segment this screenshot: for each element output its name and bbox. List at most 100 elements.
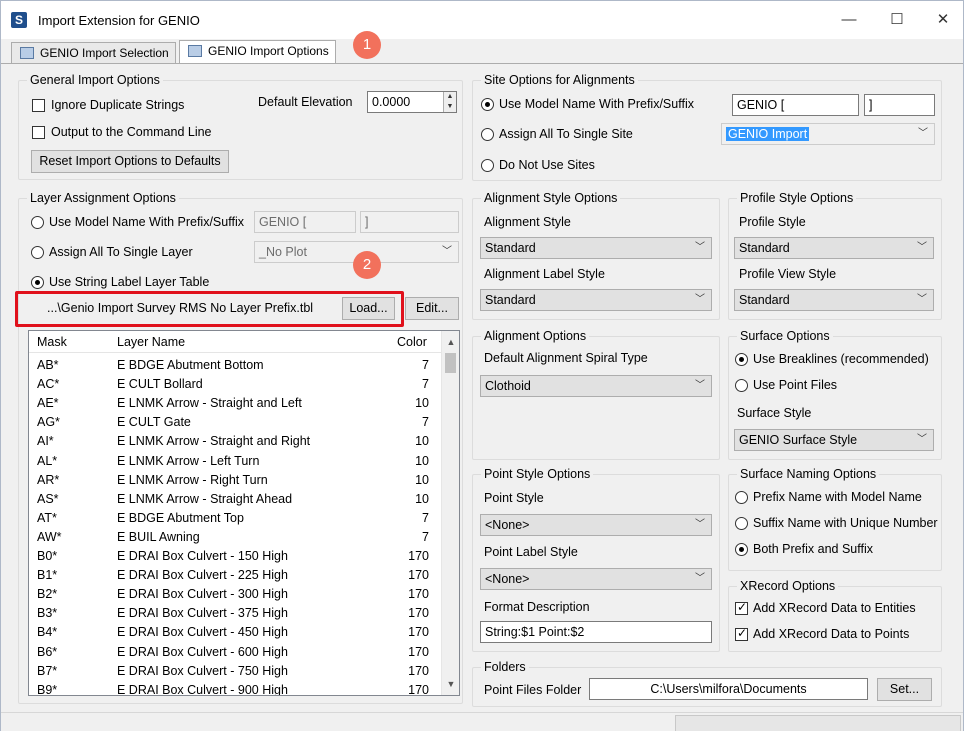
cell-mask: B6* — [37, 644, 58, 659]
reset-defaults-button[interactable]: Reset Import Options to Defaults — [31, 150, 229, 173]
ignore-duplicate-strings-checkbox[interactable] — [32, 99, 45, 112]
site-none-radio[interactable] — [481, 159, 494, 172]
table-row[interactable]: B7* E DRAI Box Culvert - 750 High 170 — [29, 662, 441, 681]
minimize-button[interactable]: — — [827, 7, 871, 33]
cell-color: 7 — [422, 415, 429, 430]
group-title: Point Style Options — [481, 467, 594, 481]
scroll-up-icon[interactable]: ▲ — [442, 333, 459, 351]
profile-view-style-dropdown[interactable]: Standard ﹀ — [734, 289, 934, 311]
xrecord-options-group: XRecord Options — [728, 579, 942, 652]
suffix-unique-number-label: Suffix Name with Unique Number — [753, 516, 938, 530]
column-header-mask[interactable]: Mask — [37, 335, 67, 349]
tab-label: GENIO Import Options — [208, 44, 329, 58]
table-row[interactable]: AS* E LNMK Arrow - Straight Ahead 10 — [29, 490, 441, 509]
xrecord-entities-checkbox[interactable] — [735, 600, 748, 615]
alignment-label-style-dropdown[interactable]: Standard ﹀ — [480, 289, 712, 311]
format-description-input[interactable]: String:$1 Point:$2 — [480, 621, 712, 643]
maximize-button[interactable]: ☐ — [875, 7, 919, 33]
edit-button[interactable]: Edit... — [405, 297, 459, 320]
table-row[interactable]: B6* E DRAI Box Culvert - 600 High 170 — [29, 643, 441, 662]
cell-name: E LNMK Arrow - Straight Ahead — [117, 491, 293, 506]
table-row[interactable]: AE* E LNMK Arrow - Straight and Left 10 — [29, 394, 441, 413]
cell-name: E LNMK Arrow - Straight and Right — [117, 434, 311, 449]
chevron-down-icon: ﹀ — [917, 242, 927, 253]
xrecord-points-checkbox[interactable] — [735, 626, 748, 641]
table-row[interactable]: B3* E DRAI Box Culvert - 375 High 170 — [29, 604, 441, 623]
layer-suffix-input[interactable]: ] — [360, 211, 459, 233]
point-style-label: Point Style — [484, 491, 544, 505]
default-elevation-input[interactable]: 0.0000 ▲ ▼ — [367, 91, 457, 113]
use-point-files-radio[interactable] — [735, 379, 748, 392]
point-label-style-dropdown[interactable]: <None> ﹀ — [480, 568, 712, 590]
scroll-thumb[interactable] — [445, 353, 456, 373]
layer-table-radio[interactable] — [31, 276, 44, 289]
suffix-unique-number-radio[interactable] — [735, 517, 748, 530]
table-row[interactable]: AW* E BUIL Awning 7 — [29, 528, 441, 547]
alignment-style-dropdown[interactable]: Standard ﹀ — [480, 237, 712, 259]
list-scrollbar[interactable]: ▲ ▼ — [441, 331, 459, 695]
cell-mask: B4* — [37, 625, 58, 640]
table-row[interactable]: AR* E LNMK Arrow - Right Turn 10 — [29, 471, 441, 490]
layer-model-name-radio[interactable] — [31, 216, 44, 229]
surface-style-dropdown[interactable]: GENIO Surface Style ﹀ — [734, 429, 934, 451]
point-style-dropdown[interactable]: <None> ﹀ — [480, 514, 712, 536]
chevron-down-icon: ﹀ — [918, 128, 928, 139]
single-site-dropdown[interactable]: GENIO Import ﹀ — [721, 123, 935, 145]
scroll-down-icon[interactable]: ▼ — [442, 675, 459, 693]
table-row[interactable]: AL* E LNMK Arrow - Left Turn 10 — [29, 452, 441, 471]
profile-style-dropdown[interactable]: Standard ﹀ — [734, 237, 934, 259]
cell-name: E BDGE Abutment Bottom — [117, 358, 264, 372]
cell-name: E LNMK Arrow - Left Turn — [117, 453, 260, 468]
elevation-spinner[interactable]: ▲ ▼ — [443, 92, 456, 112]
table-row[interactable]: B4* E DRAI Box Culvert - 450 High 170 — [29, 623, 441, 642]
table-row[interactable]: AT* E BDGE Abutment Top 7 — [29, 509, 441, 528]
chevron-down-icon: ﹀ — [695, 573, 705, 584]
use-breaklines-radio[interactable] — [735, 353, 748, 366]
cell-color: 170 — [408, 625, 429, 640]
group-title: General Import Options — [27, 73, 163, 87]
table-row[interactable]: AG* E CULT Gate 7 — [29, 413, 441, 432]
layer-prefix-input[interactable]: GENIO [ — [254, 211, 356, 233]
title-bar: S Import Extension for GENIO — ☐ ✕ — [1, 1, 963, 39]
site-single-radio[interactable] — [481, 128, 494, 141]
cell-mask: B0* — [37, 549, 58, 563]
both-prefix-suffix-radio[interactable] — [735, 543, 748, 556]
output-command-line-checkbox[interactable] — [32, 126, 45, 139]
table-row[interactable]: B9* E DRAI Box Culvert - 900 High 170 — [29, 681, 441, 696]
cell-color: 7 — [422, 529, 429, 544]
table-row[interactable]: B0* E DRAI Box Culvert - 150 High 170 — [29, 547, 441, 566]
table-row[interactable]: B1* E DRAI Box Culvert - 225 High 170 — [29, 566, 441, 585]
site-suffix-input[interactable]: ] — [864, 94, 935, 116]
table-row[interactable]: B2* E DRAI Box Culvert - 300 High 170 — [29, 585, 441, 604]
cell-mask: B9* — [37, 682, 58, 696]
tab-genio-import-options[interactable]: GENIO Import Options — [179, 40, 336, 65]
set-folder-button[interactable]: Set... — [877, 678, 932, 701]
cell-mask: AL* — [37, 453, 58, 468]
site-prefix-input[interactable]: GENIO [ — [732, 94, 859, 116]
profile-view-style-label: Profile View Style — [739, 267, 837, 281]
table-row[interactable]: AC* E CULT Bollard 7 — [29, 375, 441, 394]
chevron-down-icon: ﹀ — [695, 294, 705, 305]
column-header-color[interactable]: Color — [397, 335, 427, 349]
column-header-layer-name[interactable]: Layer Name — [117, 335, 185, 349]
cell-mask: B1* — [37, 568, 58, 583]
table-row[interactable]: AI* E LNMK Arrow - Straight and Right 10 — [29, 432, 441, 451]
prefix-model-name-label: Prefix Name with Model Name — [753, 490, 922, 504]
point-files-folder-input[interactable]: C:\Users\milfora\Documents — [589, 678, 868, 700]
table-row[interactable]: AB* E BDGE Abutment Bottom 7 — [29, 356, 441, 375]
cell-name: E DRAI Box Culvert - 750 High — [117, 663, 288, 678]
cell-mask: AG* — [37, 415, 60, 430]
close-button[interactable]: ✕ — [921, 7, 964, 33]
prefix-model-name-radio[interactable] — [735, 491, 748, 504]
site-model-name-radio[interactable] — [481, 98, 494, 111]
chevron-down-icon: ﹀ — [695, 519, 705, 530]
tab-genio-import-selection[interactable]: GENIO Import Selection — [11, 42, 176, 64]
cell-name: E DRAI Box Culvert - 600 High — [117, 644, 288, 659]
layer-table-list[interactable]: Mask Layer Name Color AB* E BDGE Abutment… — [28, 330, 460, 696]
layer-single-radio[interactable] — [31, 246, 44, 259]
profile-view-style-value: Standard — [739, 293, 790, 307]
point-label-style-value: <None> — [485, 572, 530, 586]
spiral-type-dropdown[interactable]: Clothoid ﹀ — [480, 375, 712, 397]
cell-color: 170 — [408, 568, 429, 583]
layer-model-name-label: Use Model Name With Prefix/Suffix — [49, 215, 244, 229]
